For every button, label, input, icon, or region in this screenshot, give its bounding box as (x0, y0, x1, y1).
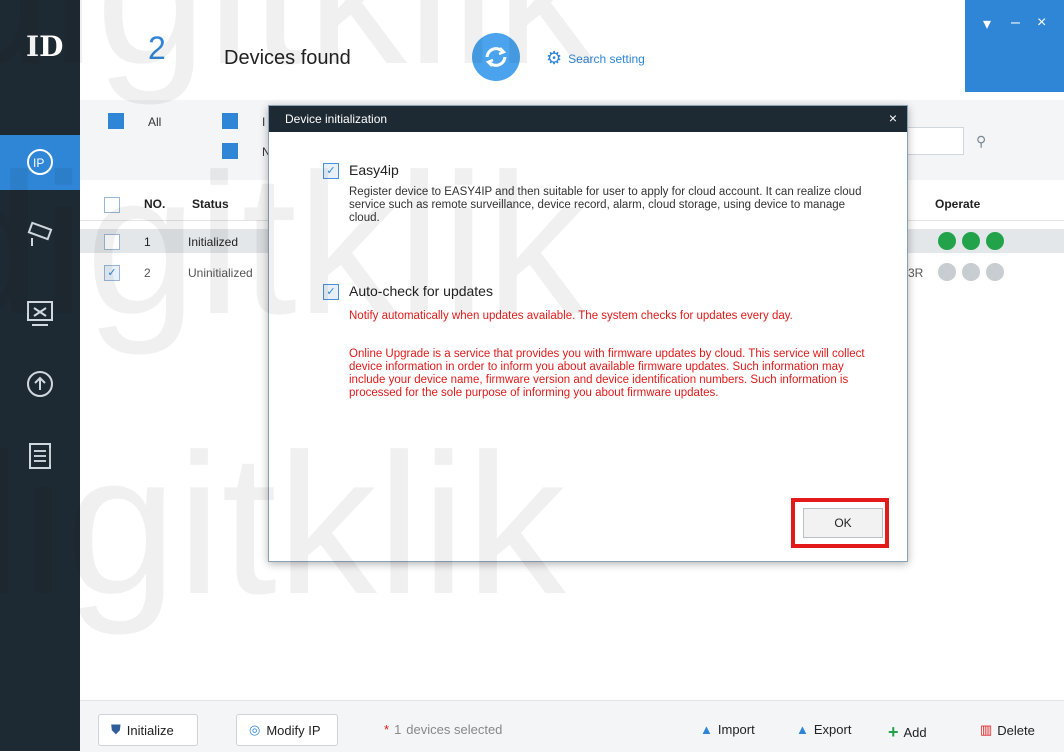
shield-icon: ⛊ (111, 722, 121, 737)
filter-ip-checkbox[interactable] (222, 113, 238, 129)
easy4ip-label: Easy4ip (349, 162, 399, 178)
autocheck-label: Auto-check for updates (349, 283, 493, 299)
autocheck-notify-text: Notify automatically when updates availa… (349, 310, 793, 322)
add-label: Add (903, 725, 927, 740)
gear-icon: ⚙ (546, 48, 563, 68)
window-controls: ▾ – × (965, 0, 1064, 92)
filter-ip-label: I (262, 115, 266, 129)
import-button[interactable]: ▲ Import (700, 722, 755, 737)
initialize-button[interactable]: ⛊ Initialize (98, 714, 198, 746)
devices-found-label: Devices found (224, 47, 351, 69)
web-icon[interactable] (986, 263, 1004, 281)
row-status: Uninitialized (188, 266, 253, 280)
selection-status: * 1 devices selected (384, 722, 502, 737)
add-button[interactable]: + Add (888, 722, 927, 743)
row-extra: 3R (908, 266, 924, 280)
minimize-icon[interactable]: – (1011, 14, 1020, 32)
init-icon[interactable] (962, 232, 980, 250)
edit-icon[interactable] (938, 232, 956, 250)
easy4ip-description: Register device to EASY4IP and then suit… (349, 186, 862, 224)
export-icon: ▲ (796, 722, 809, 737)
row-status: Initialized (188, 235, 239, 249)
asterisk-icon: * (384, 722, 390, 737)
refresh-icon (485, 47, 507, 67)
autocheck-checkbox[interactable]: ✓ (323, 284, 339, 300)
selected-count: 1 (394, 722, 402, 737)
svg-text:IP: IP (33, 156, 44, 170)
import-icon: ▲ (700, 722, 713, 737)
init-icon[interactable] (962, 263, 980, 281)
import-label: Import (717, 722, 755, 737)
filter-all-label: All (148, 115, 162, 129)
online-upgrade-text: Online Upgrade is a service that provide… (349, 348, 865, 399)
column-no: NO. (144, 197, 166, 211)
modify-ip-label: Modify IP (266, 722, 321, 738)
plus-icon: + (888, 722, 899, 742)
filter-all-checkbox[interactable] (108, 113, 124, 129)
ip-icon: ◎ (249, 722, 261, 737)
filter-n-checkbox[interactable] (222, 143, 238, 159)
ip-icon: IP (27, 149, 53, 175)
search-icon[interactable]: ⚲ (976, 133, 986, 150)
edit-icon[interactable] (938, 263, 956, 281)
row-no: 2 (144, 266, 151, 280)
search-setting-link[interactable]: ⚙ Search setting (546, 48, 645, 69)
column-operate: Operate (935, 197, 981, 211)
column-status: Status (192, 197, 229, 211)
export-button[interactable]: ▲ Export (796, 722, 851, 737)
easy4ip-checkbox[interactable]: ✓ (323, 163, 339, 179)
delete-label: Delete (997, 722, 1035, 738)
upload-icon[interactable] (24, 368, 56, 400)
search-input[interactable] (906, 127, 964, 155)
device-initialization-dialog: Device initialization × ✓ Easy4ip Regist… (268, 105, 908, 562)
dialog-close-icon[interactable]: × (889, 110, 897, 126)
device-count: 2 (148, 30, 166, 66)
dialog-title: Device initialization (285, 112, 388, 126)
close-window-icon[interactable]: × (1037, 14, 1046, 32)
modify-ip-button[interactable]: ◎ Modify IP (236, 714, 338, 746)
refresh-button[interactable] (472, 33, 520, 81)
export-label: Export (813, 722, 852, 737)
initialize-label: Initialize (126, 722, 174, 738)
delete-button[interactable]: ▥ Delete (980, 722, 1035, 738)
row-checkbox[interactable] (104, 234, 120, 250)
web-icon[interactable] (986, 232, 1004, 250)
document-icon[interactable] (24, 440, 56, 472)
camera-icon[interactable] (24, 218, 56, 250)
ok-button[interactable]: OK (803, 508, 883, 538)
row-no: 1 (144, 235, 151, 249)
dialog-titlebar: Device initialization × (269, 106, 907, 132)
search-setting-label: Search setting (568, 51, 645, 66)
menu-dropdown-icon[interactable]: ▾ (983, 14, 991, 34)
app-logo: ID (26, 30, 64, 63)
select-all-checkbox[interactable] (104, 197, 120, 213)
selected-text: devices selected (406, 722, 503, 737)
tools-icon[interactable] (24, 298, 56, 330)
trash-icon: ▥ (980, 722, 993, 737)
sidebar: ID IP (0, 0, 80, 751)
row-checkbox-checked[interactable]: ✓ (104, 265, 120, 281)
